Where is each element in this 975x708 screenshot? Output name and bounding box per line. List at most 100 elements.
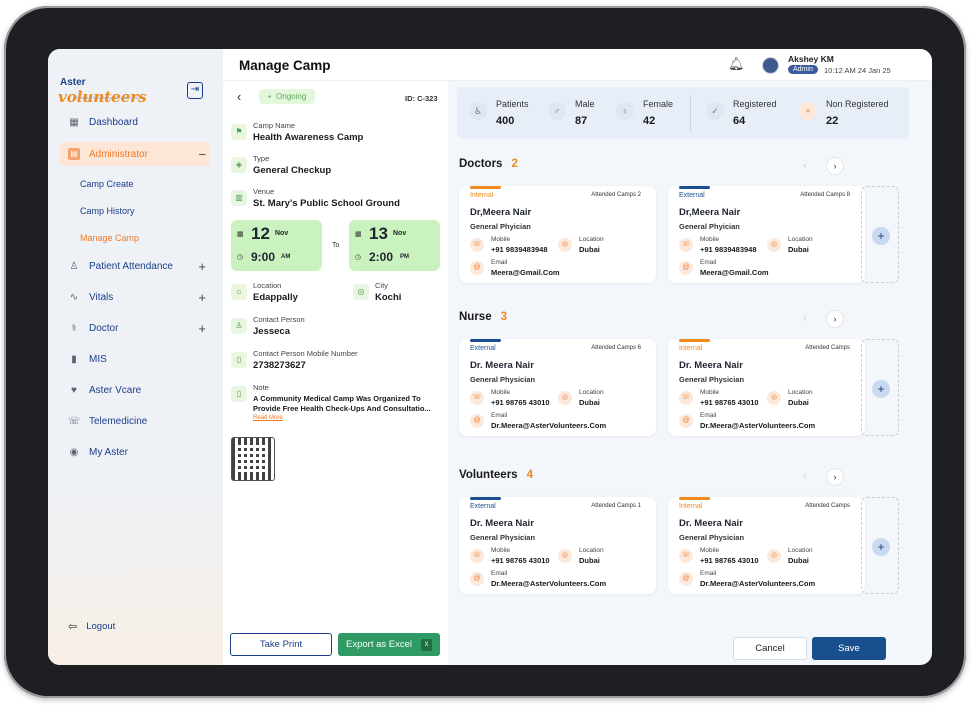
- sidebar-item-vitals[interactable]: ∿ Vitals +: [60, 282, 210, 313]
- sidebar-item-my-aster[interactable]: ◉ My Aster: [60, 437, 210, 468]
- layers-icon: ◈: [231, 157, 247, 173]
- mobile-label: Mobile: [491, 236, 511, 243]
- bell-icon[interactable]: 🔔︎: [728, 56, 745, 72]
- subitem-label: Manage Camp: [80, 232, 140, 243]
- sidebar-subitem-camp-create[interactable]: Camp Create: [60, 170, 210, 197]
- sidebar-item-label: Administrator: [89, 148, 148, 160]
- expand-plus-icon[interactable]: +: [198, 259, 206, 274]
- admin-icon: ▤: [68, 148, 80, 160]
- sidebar-item-administrator[interactable]: ▤ Administrator −: [60, 142, 210, 166]
- member-type: External: [679, 192, 705, 199]
- add-member-slot[interactable]: +: [861, 339, 899, 436]
- plus-icon[interactable]: +: [872, 380, 890, 398]
- add-member-slot[interactable]: +: [861, 186, 899, 283]
- attended-camps: Attended Camps 2: [591, 192, 641, 198]
- logo-tagline: Mobilising Volunteers for Community: [74, 95, 139, 100]
- plus-icon[interactable]: +: [872, 538, 890, 556]
- member-card[interactable]: Internal Attended Camps 2 Dr,Meera Nair …: [459, 186, 656, 283]
- plus-icon[interactable]: +: [872, 227, 890, 245]
- sidebar-item-aster-vcare[interactable]: ♥ Aster Vcare: [60, 375, 210, 406]
- prev-chevron-icon[interactable]: ‹: [803, 313, 806, 324]
- location-pin-icon: ◎: [767, 238, 781, 252]
- email-value: Meera@Gmail.Com: [491, 268, 560, 277]
- take-print-button[interactable]: Take Print: [230, 633, 332, 656]
- file-icon: ▮: [71, 353, 77, 365]
- field-label: Note: [253, 383, 269, 392]
- male-icon: ♂: [548, 102, 566, 120]
- email-label: Email: [700, 570, 717, 577]
- member-type: Internal: [679, 345, 703, 352]
- next-chevron-icon[interactable]: ›: [826, 468, 844, 486]
- expand-plus-icon[interactable]: +: [198, 290, 206, 305]
- member-card[interactable]: Internal Attended Camps Dr. Meera Nair G…: [668, 339, 865, 436]
- field-label: Contact Person Mobile Number: [253, 349, 358, 358]
- sidebar: Aster volunteers Mobilising Volunteers f…: [48, 49, 223, 665]
- sidebar-item-telemedicine[interactable]: ☏ Telemedicine: [60, 406, 210, 437]
- location-pin-icon: ◎: [558, 238, 572, 252]
- sidebar-subitem-manage-camp[interactable]: Manage Camp: [60, 224, 210, 251]
- location-value: Dubai: [788, 398, 809, 407]
- mobile-value: +91 9839483948: [700, 245, 757, 254]
- sidebar-item-mis[interactable]: ▮ MIS: [60, 344, 210, 375]
- avatar[interactable]: [762, 57, 779, 74]
- sidebar-item-label: My Aster: [89, 447, 128, 458]
- sidebar-subitem-camp-history[interactable]: Camp History: [60, 197, 210, 224]
- start-time: 9:00: [251, 250, 276, 264]
- sidebar-nav: ▦ Dashboard ▤ Administrator − Camp Creat…: [60, 107, 210, 468]
- sidebar-item-label: Aster Vcare: [89, 385, 142, 396]
- excel-icon: X: [421, 639, 432, 651]
- collapse-sidebar-icon[interactable]: ⇥: [187, 82, 203, 99]
- member-card[interactable]: External Attended Camps 8 Dr,Meera Nair …: [668, 186, 865, 283]
- logout-label: Logout: [86, 621, 116, 632]
- stat-label: Non Registered: [826, 99, 889, 109]
- type-accent-bar: [679, 186, 710, 189]
- save-button[interactable]: Save: [812, 637, 886, 660]
- collapse-minus-icon[interactable]: −: [198, 147, 206, 162]
- mobile-icon: ▯: [231, 352, 247, 368]
- sidebar-item-doctor[interactable]: ⚕ Doctor +: [60, 313, 210, 344]
- expand-plus-icon[interactable]: +: [198, 321, 206, 336]
- mobile-label: Mobile: [491, 389, 511, 396]
- email-value: Dr.Meera@AsterVolunteers.Com: [491, 579, 607, 588]
- stats-bar: ♿︎ Patients 400 ♂ Male 87 ♀ Female 42 ✓ …: [457, 87, 909, 139]
- back-chevron-icon[interactable]: ‹: [237, 89, 241, 104]
- read-more-link[interactable]: Read More: [253, 415, 443, 421]
- section-title: Doctors 2: [459, 158, 518, 170]
- add-member-slot[interactable]: +: [861, 497, 899, 594]
- section-title: Nurse 3: [459, 311, 507, 323]
- type-accent-bar: [679, 339, 710, 342]
- location-value: Dubai: [788, 556, 809, 565]
- prev-chevron-icon[interactable]: ‹: [803, 160, 806, 171]
- next-chevron-icon[interactable]: ›: [826, 310, 844, 328]
- app-screen: Aster volunteers Mobilising Volunteers f…: [48, 49, 932, 665]
- member-card[interactable]: External Attended Camps 1 Dr. Meera Nair…: [459, 497, 656, 594]
- location-label: Location: [579, 547, 604, 554]
- sidebar-item-dashboard[interactable]: ▦ Dashboard: [60, 107, 210, 138]
- mobile-value: +91 98765 43010: [491, 556, 550, 565]
- email-label: Email: [491, 570, 508, 577]
- member-type: Internal: [679, 503, 703, 510]
- field-label: Camp Name: [253, 121, 296, 130]
- member-specialty: General Physician: [679, 375, 745, 384]
- member-type: Internal: [470, 192, 494, 199]
- next-chevron-icon[interactable]: ›: [826, 157, 844, 175]
- top-header: Manage Camp 🔔︎ Akshey KM Admin 10:12 AM …: [223, 49, 932, 81]
- section-title-text: Doctors: [459, 158, 503, 170]
- attended-camps: Attended Camps 6: [591, 345, 641, 351]
- member-name: Dr. Meera Nair: [679, 360, 743, 371]
- cancel-button[interactable]: Cancel: [733, 637, 807, 660]
- member-card[interactable]: External Attended Camps 6 Dr. Meera Nair…: [459, 339, 656, 436]
- qr-code: [231, 437, 275, 481]
- prev-chevron-icon[interactable]: ‹: [803, 471, 806, 482]
- contact-mobile-field: ▯ Contact Person Mobile Number 2738273627: [231, 349, 358, 371]
- start-day: 12: [251, 224, 270, 243]
- export-excel-button[interactable]: Export as Excel X: [338, 633, 440, 656]
- end-month: Nov: [393, 230, 407, 237]
- sidebar-item-label: Patient Attendance: [89, 261, 173, 272]
- sidebar-item-patient-attendance[interactable]: ♙ Patient Attendance +: [60, 251, 210, 282]
- logo-top-text: Aster: [60, 77, 86, 88]
- logout-button[interactable]: ⇦ Logout: [68, 620, 115, 633]
- stat-label: Female: [643, 99, 674, 109]
- member-card[interactable]: Internal Attended Camps Dr. Meera Nair G…: [668, 497, 865, 594]
- stat-value: 64: [733, 115, 746, 127]
